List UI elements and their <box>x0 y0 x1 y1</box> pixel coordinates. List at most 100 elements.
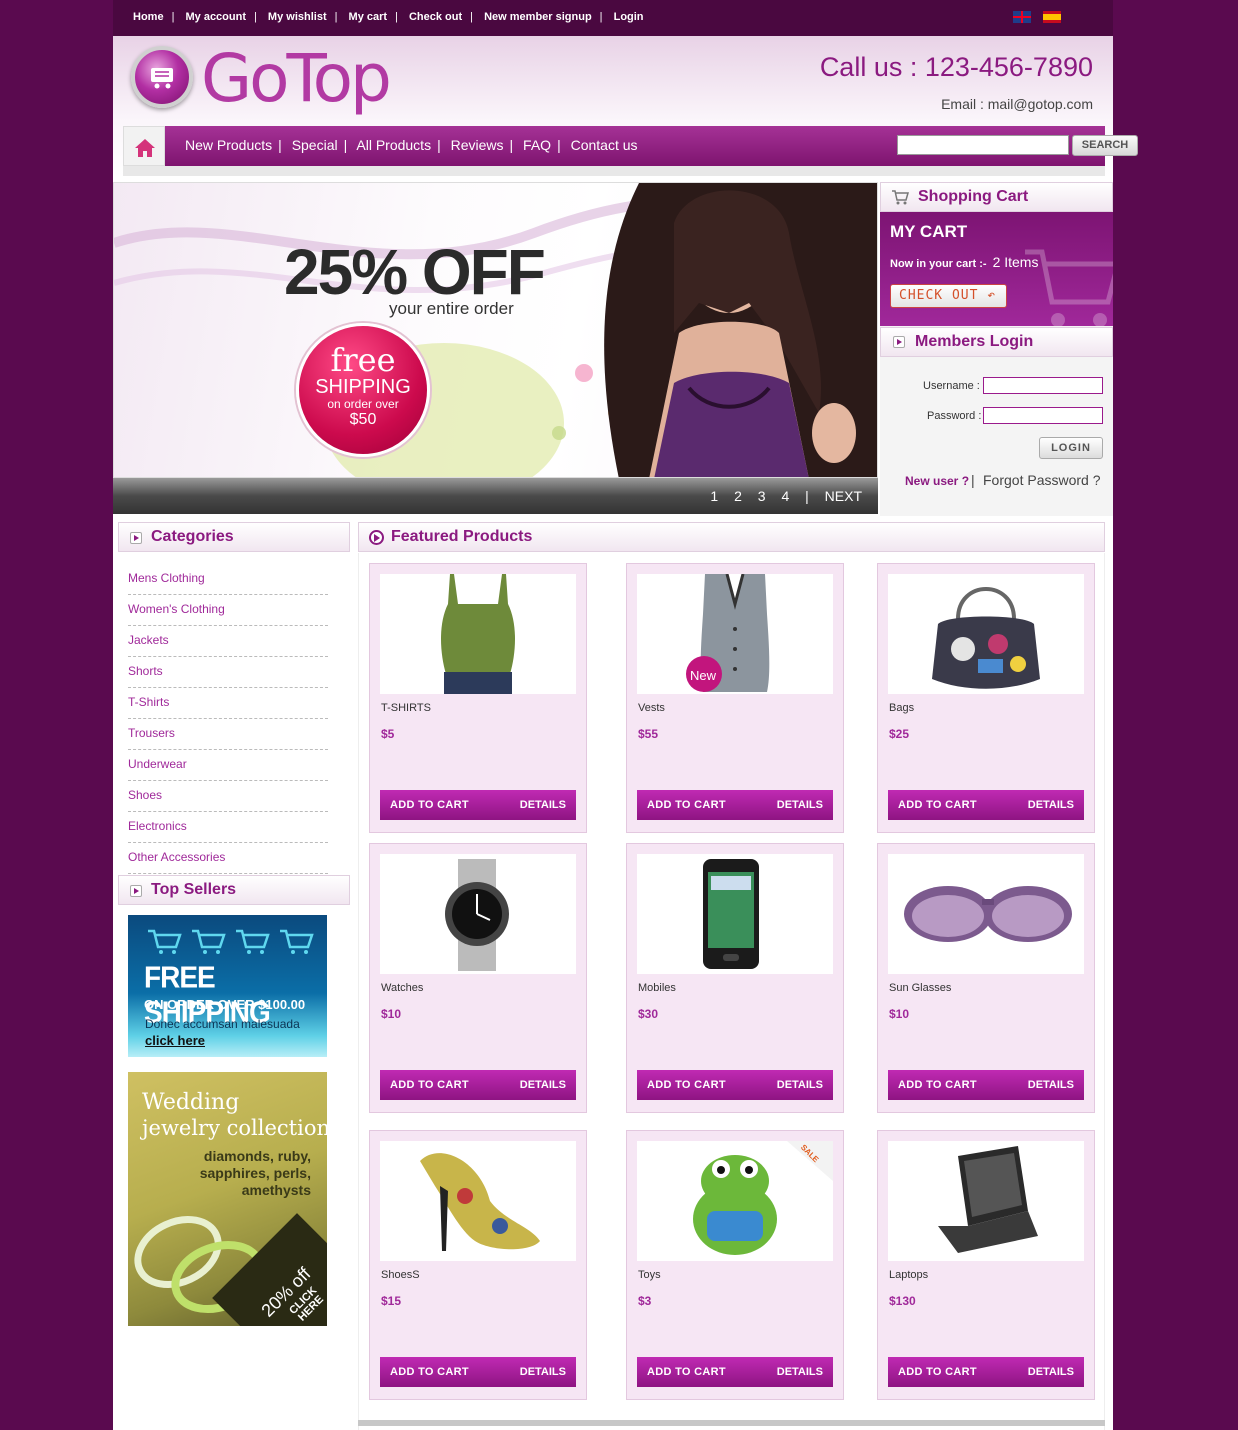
shopping-carts-icon <box>148 929 314 954</box>
nav-faq[interactable]: FAQ <box>523 137 551 153</box>
details-button[interactable]: DETAILS <box>777 1366 823 1378</box>
home-button[interactable] <box>123 126 165 166</box>
product-image[interactable] <box>380 1141 576 1261</box>
uk-flag-icon[interactable] <box>1013 11 1031 23</box>
product-price: $30 <box>638 1007 659 1021</box>
product-image[interactable] <box>888 574 1084 694</box>
add-to-cart-button[interactable]: ADD TO CART <box>898 799 977 811</box>
top-link-my-cart[interactable]: My cart <box>349 11 388 23</box>
forgot-password-link[interactable]: Forgot Password ? <box>983 472 1101 488</box>
details-button[interactable]: DETAILS <box>777 1079 823 1091</box>
product-name[interactable]: T-SHIRTS <box>381 702 431 714</box>
product-name[interactable]: Laptops <box>889 1269 928 1281</box>
spain-flag-icon[interactable] <box>1043 11 1061 23</box>
arrow-icon <box>130 532 142 544</box>
product-name[interactable]: Toys <box>638 1269 661 1281</box>
category-item[interactable]: Women's Clothing <box>128 595 328 626</box>
nav-all-products[interactable]: All Products <box>356 137 431 153</box>
add-to-cart-button[interactable]: ADD TO CART <box>647 1079 726 1091</box>
logo-text[interactable]: GoTop <box>201 40 392 117</box>
cart-icon <box>892 190 909 205</box>
add-to-cart-button[interactable]: ADD TO CART <box>898 1079 977 1091</box>
top-link-my-account[interactable]: My account <box>185 11 246 23</box>
nav-special[interactable]: Special <box>292 137 338 153</box>
my-cart-box: MY CART Now in your cart :- 2 Items CHECK… <box>880 212 1113 326</box>
wedding-jewelry-ad[interactable]: Wedding jewelry collection diamonds, rub… <box>128 1072 327 1326</box>
category-item[interactable]: T-Shirts <box>128 688 328 719</box>
slider-pagination: 1 2 3 4 | NEXT <box>702 488 862 504</box>
details-button[interactable]: DETAILS <box>520 799 566 811</box>
product-name[interactable]: Mobiles <box>638 982 676 994</box>
add-to-cart-button[interactable]: ADD TO CART <box>647 799 726 811</box>
search-input[interactable] <box>897 135 1069 155</box>
search-button[interactable]: SEARCH <box>1072 135 1138 156</box>
add-to-cart-button[interactable]: ADD TO CART <box>390 799 469 811</box>
checkout-button[interactable]: CHECK OUT ↶ <box>890 284 1007 308</box>
product-card: T-SHIRTS $5 ADD TO CART DETAILS <box>369 563 587 833</box>
category-item[interactable]: Jackets <box>128 626 328 657</box>
category-item[interactable]: Mens Clothing <box>128 564 328 595</box>
details-button[interactable]: DETAILS <box>520 1079 566 1091</box>
cart-count: Now in your cart :- 2 Items <box>890 254 1038 270</box>
top-link-new-member-signup[interactable]: New member signup <box>484 11 592 23</box>
slider-page-3[interactable]: 3 <box>758 488 766 504</box>
top-link-home[interactable]: Home <box>133 11 164 23</box>
promo-banner[interactable]: 25% OFF your entire order free SHIPPING … <box>113 182 878 478</box>
add-to-cart-button[interactable]: ADD TO CART <box>647 1366 726 1378</box>
details-button[interactable]: DETAILS <box>1028 799 1074 811</box>
login-button[interactable]: LOGIN <box>1039 437 1103 459</box>
slider-page-4[interactable]: 4 <box>781 488 789 504</box>
categories-heading: Categories <box>118 522 350 552</box>
nav-menu: New Products | Special | All Products | Rev… <box>165 126 1138 166</box>
details-button[interactable]: DETAILS <box>520 1366 566 1378</box>
product-image[interactable]: New <box>637 574 833 694</box>
product-name[interactable]: ShoesS <box>381 1269 420 1281</box>
nav-reviews[interactable]: Reviews <box>451 137 504 153</box>
category-item[interactable]: Shorts <box>128 657 328 688</box>
category-item[interactable]: Shoes <box>128 781 328 812</box>
product-image[interactable]: SALE <box>637 1141 833 1261</box>
product-image[interactable] <box>888 854 1084 974</box>
category-item[interactable]: Trousers <box>128 719 328 750</box>
add-to-cart-button[interactable]: ADD TO CART <box>390 1079 469 1091</box>
product-image[interactable] <box>637 854 833 974</box>
shoe-image <box>420 1153 540 1251</box>
add-to-cart-button[interactable]: ADD TO CART <box>898 1366 977 1378</box>
top-link-login[interactable]: Login <box>614 11 644 23</box>
category-item[interactable]: Other Accessories <box>128 843 328 874</box>
category-item[interactable]: Electronics <box>128 812 328 843</box>
add-to-cart-button[interactable]: ADD TO CART <box>390 1366 469 1378</box>
product-price: $10 <box>381 1007 402 1021</box>
password-field[interactable] <box>983 407 1103 424</box>
product-actions: ADD TO CART DETAILS <box>888 1070 1084 1100</box>
product-name[interactable]: Watches <box>381 982 423 994</box>
nav-contact-us[interactable]: Contact us <box>571 137 638 153</box>
product-image[interactable] <box>380 574 576 694</box>
details-button[interactable]: DETAILS <box>1028 1079 1074 1091</box>
free-shipping-desc: Donec accumsan malesuada <box>145 1017 300 1031</box>
product-image[interactable] <box>380 854 576 974</box>
username-field[interactable] <box>983 377 1103 394</box>
free-shipping-click-link[interactable]: click here <box>145 1033 205 1048</box>
product-name[interactable]: Vests <box>638 702 665 714</box>
product-price: $130 <box>889 1294 916 1308</box>
product-actions: ADD TO CART DETAILS <box>888 790 1084 820</box>
free-shipping-ad[interactable]: FREE SHIPPING ON ORDER OVER $100.00 Done… <box>128 915 327 1057</box>
slider-page-2[interactable]: 2 <box>734 488 742 504</box>
details-button[interactable]: DETAILS <box>1028 1366 1074 1378</box>
logo-cart-icon[interactable] <box>131 46 193 108</box>
watch-image <box>445 859 509 971</box>
top-link-check-out[interactable]: Check out <box>409 11 462 23</box>
banner-headline: 25% OFF <box>284 236 546 308</box>
slider-page-1[interactable]: 1 <box>710 488 718 504</box>
top-link-my-wishlist[interactable]: My wishlist <box>268 11 327 23</box>
nav-new-products[interactable]: New Products <box>185 137 272 153</box>
details-button[interactable]: DETAILS <box>777 799 823 811</box>
slider-next[interactable]: NEXT <box>825 488 862 504</box>
product-name[interactable]: Bags <box>889 702 914 714</box>
product-actions: ADD TO CART DETAILS <box>637 1070 833 1100</box>
new-user-link[interactable]: New user ? <box>905 474 969 488</box>
product-name[interactable]: Sun Glasses <box>889 982 951 994</box>
category-item[interactable]: Underwear <box>128 750 328 781</box>
product-image[interactable] <box>888 1141 1084 1261</box>
